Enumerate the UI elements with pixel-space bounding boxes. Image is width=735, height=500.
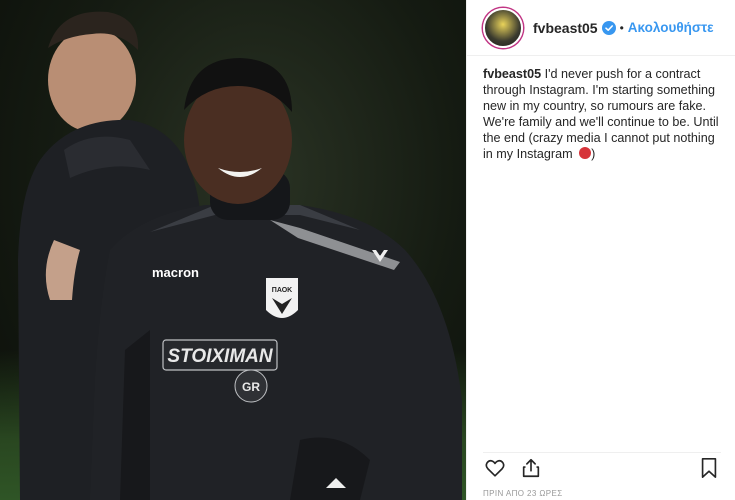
- header-username[interactable]: fvbeast05: [533, 20, 598, 36]
- bookmark-icon: [701, 458, 717, 478]
- post-sidebar: fvbeast05 • Ακολουθήστε fvbeast05 I'd ne…: [466, 0, 735, 500]
- share-icon: [522, 458, 540, 478]
- save-button[interactable]: [697, 456, 721, 480]
- jersey-brand: macron: [152, 265, 199, 280]
- like-button[interactable]: [483, 456, 507, 480]
- instagram-post: ΠΑΟΚ macron STOIXIMAN GR fvbeast05 • Ακο…: [0, 0, 735, 500]
- share-button[interactable]: [519, 456, 543, 480]
- photo-scene: ΠΑΟΚ macron STOIXIMAN GR: [18, 11, 462, 500]
- post-timestamp: ΠΡΙΝ ΑΠΟ 23 ΩΡΕΣ: [483, 489, 563, 498]
- club-crest: ΠΑΟΚ: [266, 278, 298, 318]
- verified-badge-icon: [601, 20, 616, 35]
- post-caption: fvbeast05 I'd never push for a contract …: [483, 66, 727, 162]
- caption-username[interactable]: fvbeast05: [483, 67, 541, 81]
- header-separator: •: [619, 20, 624, 35]
- caption-text: I'd never push for a contract through In…: [483, 67, 719, 161]
- post-header: fvbeast05 • Ακολουθήστε: [467, 0, 735, 56]
- post-photo[interactable]: ΠΑΟΚ macron STOIXIMAN GR: [0, 0, 466, 500]
- caption-closing: ): [591, 147, 596, 161]
- crest-text: ΠΑΟΚ: [272, 287, 292, 294]
- jersey-sponsor-text: STOIXIMAN: [167, 346, 273, 367]
- follow-button[interactable]: Ακολουθήστε: [628, 20, 714, 35]
- post-actions: [483, 452, 721, 481]
- heart-icon: [485, 459, 505, 477]
- avatar[interactable]: [483, 7, 523, 48]
- angry-face-emoji-icon: [579, 147, 592, 159]
- jersey-sponsor-sub: GR: [242, 380, 260, 394]
